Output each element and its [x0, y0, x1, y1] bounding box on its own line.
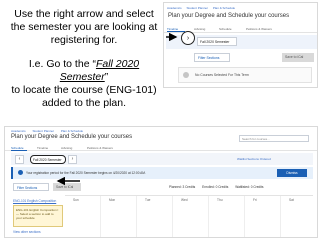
- tab-petitions[interactable]: Petitions & Waivers: [87, 146, 113, 150]
- day-header-thu: Thu: [217, 198, 223, 202]
- registration-notice-text: Your registration period for the Fall 20…: [26, 171, 146, 175]
- day-header-sun: Sun: [73, 198, 79, 202]
- breadcrumb-item[interactable]: Plan & Schedule: [61, 129, 83, 133]
- page-title: Plan your Degree and Schedule your cours…: [11, 134, 133, 140]
- next-term-button[interactable]: ›: [68, 155, 77, 164]
- tab-advising[interactable]: Advising: [61, 146, 72, 150]
- tab-timeline[interactable]: Timeline: [37, 146, 48, 150]
- breadcrumb-item[interactable]: Academics: [11, 129, 26, 133]
- breadcrumb-item[interactable]: Academics: [167, 6, 182, 10]
- planned-credits: Planned: 3 Credits: [169, 185, 196, 189]
- instruction-line: I.e. Go to the “Fall 2020 Semester”: [4, 58, 164, 84]
- breadcrumb-item[interactable]: Student Planner: [33, 129, 55, 133]
- breadcrumb-item[interactable]: Plan & Schedule: [213, 6, 235, 10]
- breadcrumb: Academics Student Planner Plan & Schedul…: [11, 129, 89, 133]
- day-header-wed: Wed: [181, 198, 188, 202]
- info-icon: [183, 72, 189, 78]
- planned-course-card[interactable]: ENG-101 Enǵlish Composition I — Select …: [13, 205, 63, 227]
- day-header-tue: Tue: [145, 198, 151, 202]
- course-search-input[interactable]: Search for courses...: [239, 135, 309, 142]
- filter-sections-button[interactable]: Filter Sections: [13, 183, 49, 191]
- weekly-calendar-grid: Sun Mon Tue Wed Thu Fri Sat: [65, 195, 313, 237]
- grid-divider: [280, 196, 281, 237]
- planner-screenshot-bottom: Academics Student Planner Plan & Schedul…: [4, 126, 318, 238]
- waitlisted-credits: Waitlisted: 0 Credits: [235, 185, 264, 189]
- empty-term-notice-text: No Courses Selected For This Term: [195, 73, 249, 77]
- breadcrumb: Academics Student Planner Plan & Schedul…: [167, 6, 239, 10]
- filter-sections-button[interactable]: Filter Sections: [194, 53, 230, 62]
- instruction-line: registering for.: [50, 34, 118, 46]
- tab-schedule[interactable]: Schedule: [219, 27, 232, 31]
- breadcrumb-item[interactable]: Student Planner: [187, 6, 209, 10]
- chevron-right-icon: ›: [186, 34, 190, 42]
- term-selector[interactable]: Fall 2020 Semester: [30, 155, 66, 164]
- instruction-prefix: I.e. Go to the “: [28, 58, 96, 70]
- chevron-left-icon: ‹: [18, 156, 21, 162]
- grid-divider: [208, 196, 209, 237]
- grid-divider: [172, 196, 173, 237]
- tab-bar: Schedule Timeline Advising Petitions & W…: [5, 144, 317, 151]
- empty-term-notice: No Courses Selected For This Term: [178, 67, 312, 83]
- registration-notice: Your registration period for the Fall 20…: [11, 167, 313, 179]
- next-term-arrow-button[interactable]: ›: [181, 31, 195, 45]
- instruction-line: Use the right arrow and select: [14, 8, 154, 20]
- grid-divider: [100, 196, 101, 237]
- waitlist-sections-link[interactable]: Waitlist Sections Ordered: [237, 157, 271, 161]
- view-other-sections-link[interactable]: View other sections: [13, 230, 41, 234]
- instruction-line: to locate the course (ENG-101): [11, 84, 157, 96]
- day-header-fri: Fri: [253, 198, 257, 202]
- save-to-ical-button[interactable]: Save to iCal: [282, 53, 314, 62]
- page-title: Plan your Degree and Schedule your cours…: [168, 13, 290, 19]
- save-to-ical-button[interactable]: Save to iCal: [53, 183, 81, 191]
- instruction-suffix: ”: [104, 71, 109, 83]
- instruction-select-semester: Use the right arrow and select the semes…: [4, 8, 164, 47]
- instruction-line: added to the plan.: [41, 97, 127, 109]
- info-icon: [18, 170, 23, 175]
- planner-screenshot-top: Academics Student Planner Plan & Schedul…: [163, 2, 318, 88]
- day-header-mon: Mon: [109, 198, 116, 202]
- tab-advising[interactable]: Advising: [194, 27, 205, 31]
- enrolled-credits: Enrolled: 0 Credits: [202, 185, 229, 189]
- tab-petitions[interactable]: Petitions & Waivers: [246, 27, 272, 31]
- instruction-line: the semester you are looking at: [10, 21, 158, 33]
- credit-counts: Planned: 3 Credits Enrolled: 0 Credits W…: [169, 185, 269, 189]
- term-selector[interactable]: Fall 2020 Semester: [197, 37, 237, 46]
- active-tab-indicator: [11, 150, 27, 151]
- grid-divider: [244, 196, 245, 237]
- planned-course-link[interactable]: ENG-101 Enǵlish Composition: [13, 199, 56, 203]
- chevron-right-icon: ›: [71, 156, 74, 162]
- dismiss-button[interactable]: Dismiss: [277, 169, 307, 177]
- day-header-sat: Sat: [289, 198, 294, 202]
- grid-divider: [136, 196, 137, 237]
- previous-term-button[interactable]: ‹: [15, 155, 24, 164]
- instruction-locate-course: I.e. Go to the “Fall 2020 Semester” to l…: [4, 58, 164, 110]
